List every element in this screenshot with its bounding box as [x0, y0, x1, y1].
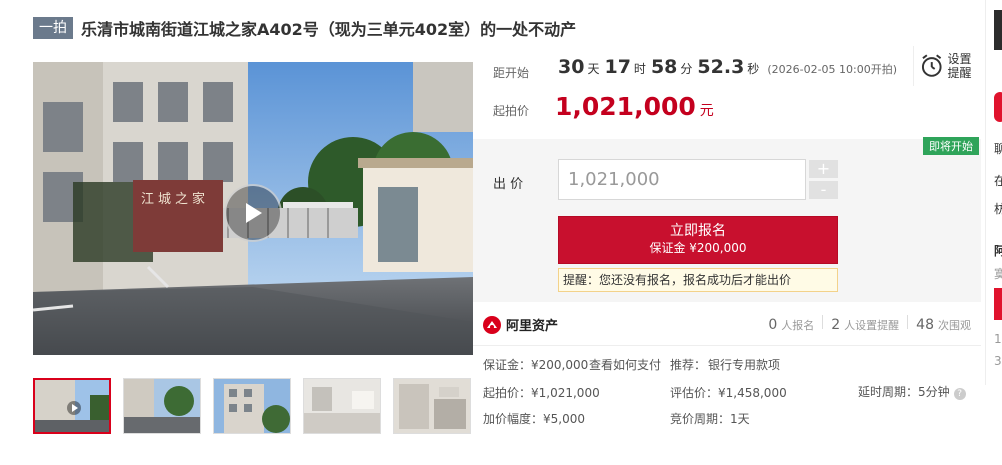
sidebar-char: 在 — [994, 174, 1002, 188]
help-icon[interactable]: ? — [953, 388, 966, 400]
play-button[interactable] — [224, 184, 282, 242]
start-price-value: 1,021,000 — [555, 92, 696, 121]
sidebar-char: 聊 — [994, 142, 1002, 156]
start-price-unit: 元 — [699, 103, 714, 119]
view-count-label: 次围观 — [938, 319, 971, 332]
decrease-bid-button[interactable]: - — [809, 181, 838, 199]
title-row: 一拍 乐清市城南街道江城之家A402号（现为三单元402室）的一处不动产 — [33, 16, 576, 40]
bid-cycle: 竞价周期：1天 — [670, 412, 750, 426]
signup-count-label: 人报名 — [781, 319, 815, 332]
auction-page: 一拍 乐清市城南街道江城之家A402号（现为三单元402室）的一处不动产 江城之… — [0, 0, 1002, 465]
appraisal-price: 评估价：¥1,458,000 — [670, 386, 787, 400]
recommend-label: 推荐： — [670, 358, 707, 372]
signup-button[interactable]: 立即报名 保证金 ¥200,000 — [558, 216, 838, 264]
platform-logo: 阿里资产 — [483, 315, 558, 334]
signup-count: 0 — [768, 317, 778, 333]
divider — [822, 315, 824, 329]
bid-stepper: + - — [809, 160, 838, 202]
status-badge: 即将开始 — [923, 137, 979, 155]
thumbnail-2[interactable] — [123, 378, 201, 434]
thumbnail-strip — [33, 378, 471, 434]
auction-stats: 0 人报名 2 人设置提醒 48 次围观 — [768, 315, 971, 333]
sidebar-char: 阿 — [994, 244, 1002, 258]
bid-amount-input[interactable]: 1,021,000 — [558, 159, 806, 200]
deposit-info: 保证金：¥200,000 — [483, 358, 589, 372]
how-to-pay-link[interactable]: 查看如何支付 — [589, 356, 661, 373]
countdown-seconds-unit: 秒 — [747, 62, 760, 76]
countdown-days: 30 — [558, 56, 585, 78]
platform-name: 阿里资产 — [506, 319, 559, 334]
gate-sign-text: 江城之家 — [141, 192, 210, 207]
start-price-detail: 起拍价：¥1,021,000 — [483, 386, 600, 400]
deposit-amount: 保证金 ¥200,000 — [649, 241, 747, 255]
auction-round-badge: 一拍 — [33, 17, 73, 39]
sidebar-button[interactable] — [994, 288, 1002, 320]
countdown-days-unit: 天 — [587, 62, 600, 76]
signup-button-label: 立即报名 — [670, 223, 726, 239]
bid-increment: 加价幅度：¥5,000 — [483, 412, 585, 426]
delay-period: 延时周期：5分钟? — [858, 383, 966, 400]
countdown-minutes-unit: 分 — [680, 62, 693, 76]
thumbnail-5[interactable] — [393, 378, 471, 434]
bank-payment-link[interactable]: 银行专用款项 — [708, 356, 780, 373]
thumbnail-3[interactable] — [213, 378, 291, 434]
signup-reminder-tip: 提醒：您还没有报名，报名成功后才能出价 — [558, 268, 838, 292]
ali-assets-icon — [483, 315, 501, 334]
start-price: 1,021,000 元 — [555, 92, 714, 121]
page-title: 乐清市城南街道江城之家A402号（现为三单元402室）的一处不动产 — [81, 20, 577, 39]
countdown: 30 天 17 时 58 分 52.3 秒 (2026-02-05 10:00开… — [558, 56, 897, 78]
start-time: (2026-02-05 10:00开拍) — [767, 63, 898, 76]
countdown-hours: 17 — [604, 56, 631, 78]
bid-panel: 即将开始 出 价 1,021,000 + - 立即报名 保证金 ¥200,000… — [473, 137, 981, 302]
stats-row: 阿里资产 0 人报名 2 人设置提醒 48 次围观 — [473, 302, 981, 346]
thumbnail-video[interactable] — [33, 378, 111, 434]
set-reminder-label: 设置提醒 — [947, 52, 972, 80]
divider — [907, 315, 909, 329]
set-reminder-button[interactable]: 设置提醒 — [913, 46, 973, 86]
start-price-label: 起拍价 — [493, 104, 530, 118]
sidebar-char: 3 — [994, 354, 1002, 368]
main-video[interactable]: 江城之家 — [33, 62, 473, 355]
auction-info: 距开始 30 天 17 时 58 分 52.3 秒 (2026-02-05 10… — [473, 44, 983, 139]
play-icon — [246, 203, 262, 223]
sidebar-char: 1 — [994, 332, 1002, 346]
sidebar-logo — [994, 10, 1002, 50]
thumbnail-4[interactable] — [303, 378, 381, 434]
delay-period-text: 延时周期：5分钟 — [858, 385, 950, 399]
right-sidebar-cutoff: 聊 在 枋 阿 寞 1 3 — [994, 0, 1002, 465]
bid-label: 出 价 — [493, 177, 524, 192]
view-count: 48 — [916, 317, 934, 333]
countdown-label: 距开始 — [493, 66, 530, 80]
countdown-seconds: 52.3 — [697, 56, 745, 78]
reminder-count: 2 — [831, 317, 841, 333]
reminder-count-label: 人设置提醒 — [844, 319, 900, 332]
sidebar-char: 寞 — [994, 267, 1002, 281]
sidebar-avatar — [994, 92, 1002, 122]
sidebar-divider — [985, 0, 986, 385]
countdown-hours-unit: 时 — [633, 62, 646, 76]
countdown-minutes: 58 — [650, 56, 678, 78]
sidebar-char: 枋 — [994, 202, 1002, 216]
alarm-clock-icon — [921, 54, 942, 77]
increase-bid-button[interactable]: + — [809, 160, 838, 178]
